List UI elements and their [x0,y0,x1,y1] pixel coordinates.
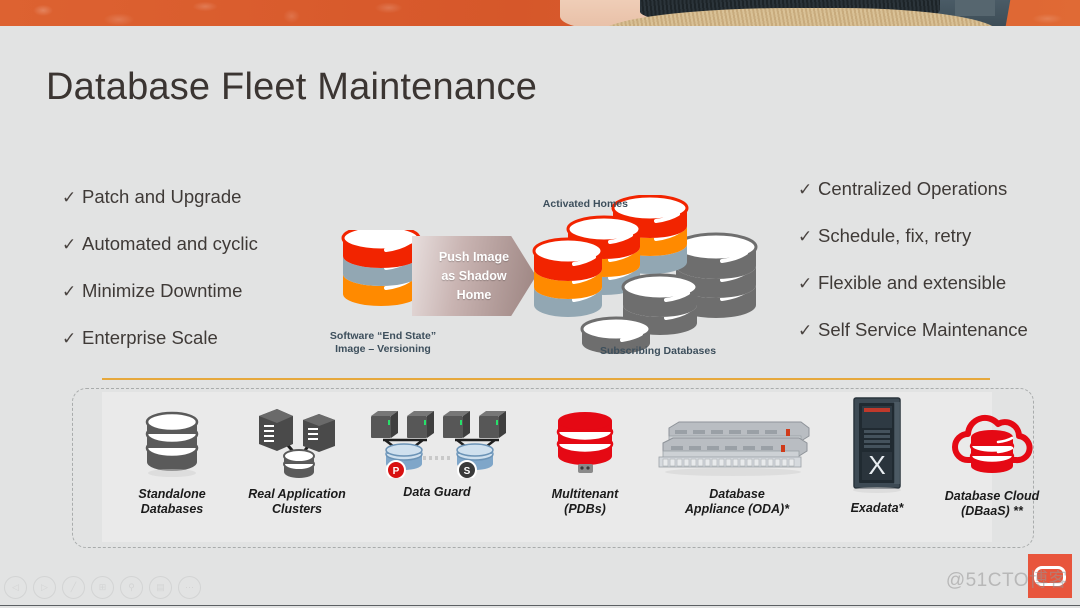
page-title: Database Fleet Maintenance [46,66,538,108]
pen-icon[interactable]: ╱ [62,576,85,599]
bullet-label: Centralized Operations [818,178,1008,199]
check-icon: ✓ [798,274,813,293]
cloud-database-icon [952,414,1033,473]
svg-text:S: S [464,466,471,477]
arrow-line-2: as Shadow [441,268,507,283]
bullet-item: ✓ Patch and Upgrade [62,186,258,208]
oracle-ring-icon [1034,566,1066,586]
bullet-item: ✓ Centralized Operations [798,178,1028,200]
previous-icon[interactable]: ◁ [4,576,27,599]
bullet-label: Minimize Downtime [82,280,243,301]
target-real-application-clusters[interactable]: Real Application Clusters [222,406,372,517]
bullet-item: ✓ Flexible and extensible [798,272,1028,294]
decorative-banner [0,0,1080,26]
target-caption: Multitenant (PDBs) [551,487,619,516]
check-icon: ✓ [62,235,77,254]
arrow-line-3: Home [456,287,492,302]
bullet-label: Schedule, fix, retry [818,225,972,246]
source-stack-label: Software “End State” Image – Versioning [308,330,458,356]
bullet-label: Automated and cyclic [82,233,258,254]
banner-blue-shape-2 [955,0,995,16]
check-icon: ✓ [62,188,77,207]
target-database-cloud-dbaas[interactable]: Database Cloud (DBaaS) ** [917,408,1067,519]
more-options-icon[interactable]: ⋯ [178,576,201,599]
bullet-label: Patch and Upgrade [82,186,242,207]
slide-canvas: Database Fleet Maintenance ✓ Patch and U… [0,0,1080,608]
target-standalone-databases[interactable]: Standalone Databases [112,410,232,517]
supported-targets-row: Standalone Databases Real Application Cl… [72,388,1039,546]
layout-grid-icon[interactable]: ⊞ [91,576,114,599]
source-label-line1: Software “End State” [329,330,437,342]
check-icon: ✓ [62,329,77,348]
target-caption: Database Appliance (ODA)* [684,487,790,516]
target-database-appliance-oda[interactable]: Database Appliance (ODA)* [642,416,832,517]
bullet-label: Flexible and extensible [818,272,1007,293]
bottom-divider [0,604,1080,606]
bullet-item: ✓ Schedule, fix, retry [798,225,1028,247]
target-caption: Data Guard [403,485,471,499]
oda-rack-icon [658,421,810,476]
fleet-cluster-icon [532,195,758,354]
bullet-item: ✓ Automated and cyclic [62,233,258,255]
play-icon[interactable]: ▷ [33,576,56,599]
target-multitenant-pdbs[interactable]: Multitenant (PDBs) [520,410,650,517]
bullet-label: Enterprise Scale [82,327,218,348]
bullet-label: Self Service Maintenance [818,319,1028,340]
push-image-arrow: Push Image as Shadow Home [412,236,536,316]
target-caption: Real Application Clusters [248,487,346,516]
database-cylinder-icon [145,411,199,477]
multitenant-cylinder-icon [556,412,614,473]
target-caption: Standalone Databases [138,487,206,516]
exadata-cabinet-icon: X [853,397,901,493]
check-icon: ✓ [798,227,813,246]
check-icon: ✓ [62,282,77,301]
right-bullet-list: ✓ Centralized Operations ✓ Schedule, fix… [798,178,1028,366]
arrow-line-1: Push Image [438,249,510,264]
amber-divider [102,378,990,380]
activated-homes-label: Activated Homes [542,198,628,210]
bullet-item: ✓ Enterprise Scale [62,327,258,349]
data-guard-icon: P S [371,411,506,480]
svg-text:X: X [868,450,885,480]
fleet-flow-diagram: Software “End State” Image – Versioning … [318,190,788,365]
svg-text:P: P [393,466,400,477]
left-bullet-list: ✓ Patch and Upgrade ✓ Automated and cycl… [62,186,258,374]
bullet-item: ✓ Self Service Maintenance [798,319,1028,341]
notes-icon[interactable]: ▤ [149,576,172,599]
source-label-line2: Image – Versioning [335,343,431,355]
bullet-item: ✓ Minimize Downtime [62,280,258,302]
zoom-icon[interactable]: ⚲ [120,576,143,599]
target-caption: Database Cloud (DBaaS) ** [944,489,1040,518]
subscribing-databases-label: Subscribing Databases [599,345,717,357]
rac-servers-icon [259,409,335,478]
presentation-toolbar[interactable]: ◁ ▷ ╱ ⊞ ⚲ ▤ ⋯ [4,576,201,599]
oracle-logo [1028,554,1072,598]
target-data-guard[interactable]: P S Data Guard [357,408,517,500]
check-icon: ✓ [798,180,813,199]
check-icon: ✓ [798,321,813,340]
